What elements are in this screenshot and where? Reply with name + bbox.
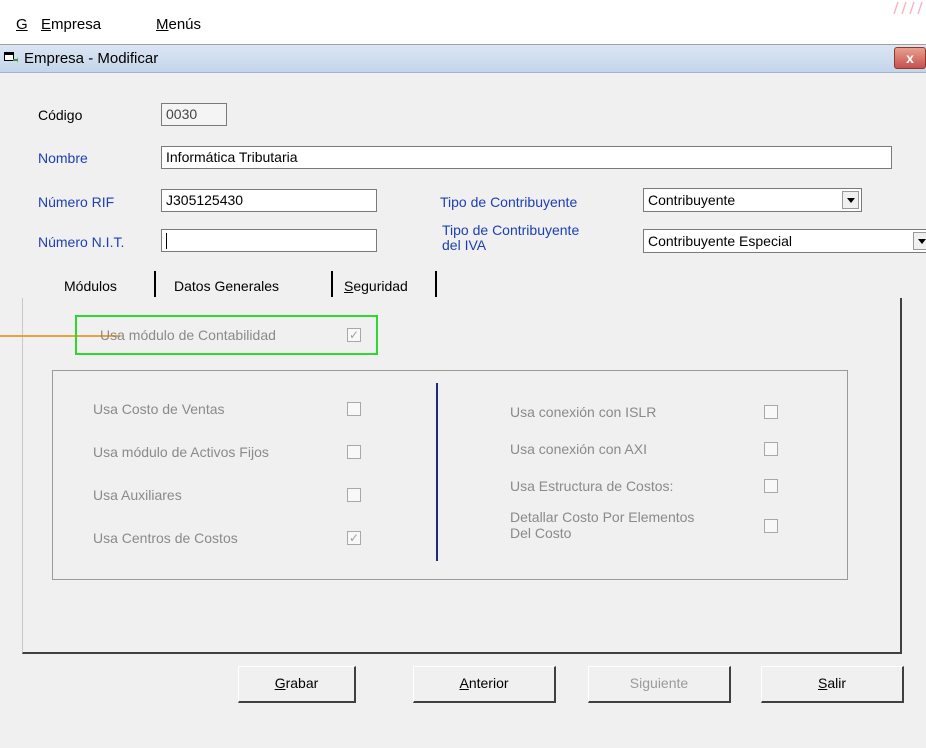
tab-modulos[interactable]: Módulos [58, 278, 123, 294]
siguiente-button[interactable]: Siguiente [588, 666, 731, 703]
window-title: Empresa - Modificar [24, 50, 159, 67]
tipo-contribuyente-value: Contribuyente [648, 192, 736, 208]
menu-g-label: G [16, 16, 28, 33]
usa-centros-costos-label: Usa Centros de Costos [93, 530, 238, 546]
tab-divider [331, 271, 333, 297]
tipo-contribuyente-select[interactable]: Contribuyente [643, 188, 862, 212]
usa-costo-ventas-checkbox[interactable] [347, 402, 361, 416]
menu-menus[interactable]: Menús [156, 16, 201, 33]
codigo-label: Código [38, 107, 83, 123]
nit-field[interactable] [161, 229, 377, 252]
group-divider [436, 383, 438, 561]
salir-underline: S [817, 675, 828, 691]
menu-bar: G Empresa Menús [0, 0, 926, 44]
usa-estructura-costos-label: Usa Estructura de Costos: [510, 478, 674, 494]
tab-seguridad-label: eguridad [353, 278, 408, 294]
tipo-iva-label: Tipo de Contribuyente del IVA [442, 223, 579, 253]
usa-auxiliares-checkbox[interactable] [347, 488, 361, 502]
title-bar[interactable]: Empresa - Modificar x [0, 45, 926, 73]
text-cursor [166, 233, 167, 249]
detallar-costo-label-line1: Detallar Costo Por Elementos [510, 509, 695, 525]
usa-conexion-islr-checkbox[interactable] [764, 405, 778, 419]
anterior-label: nterior [468, 675, 509, 691]
tab-datos-generales[interactable]: Datos Generales [168, 278, 285, 294]
usa-estructura-costos-checkbox[interactable] [764, 479, 778, 493]
detallar-costo-label-line2: Del Costo [510, 525, 572, 541]
rif-field[interactable]: J305125430 [161, 189, 377, 212]
usa-contabilidad-label: Usa módulo de Contabilidad [100, 327, 276, 343]
grabar-label: rabar [285, 675, 319, 691]
anterior-underline: A [459, 675, 469, 691]
menu-menus-label: enús [168, 16, 202, 33]
detallar-costo-label: Detallar Costo Por Elementos Del Costo [510, 509, 694, 541]
tipo-iva-label-line1: Tipo de Contribuyente [442, 222, 580, 238]
tab-divider [154, 271, 156, 297]
usa-conexion-axi-label: Usa conexión con AXI [510, 441, 647, 457]
menu-g[interactable]: G [16, 16, 28, 33]
nombre-label: Nombre [38, 150, 88, 166]
usa-contabilidad-checkbox[interactable]: ✓ [347, 328, 361, 342]
menu-empresa[interactable]: Empresa [41, 16, 101, 33]
close-button[interactable]: x [894, 47, 926, 69]
usa-costo-ventas-label: Usa Costo de Ventas [93, 401, 225, 417]
rif-label: Número RIF [38, 194, 115, 210]
menu-empresa-underline: E [41, 16, 52, 33]
grabar-button[interactable]: Grabar [238, 666, 356, 703]
usa-centros-costos-checkbox[interactable]: ✓ [347, 531, 361, 545]
detallar-costo-checkbox[interactable] [764, 519, 778, 533]
tab-seguridad[interactable]: Seguridad [338, 278, 414, 294]
tab-seguridad-underline: S [344, 278, 354, 294]
check-icon: ✓ [348, 328, 360, 342]
usa-conexion-islr-label: Usa conexión con ISLR [510, 404, 657, 420]
tab-divider [435, 271, 437, 297]
tipo-contribuyente-label: Tipo de Contribuyente [440, 194, 578, 210]
tipo-iva-label-line2: del IVA [442, 237, 487, 253]
decorative-stripes [893, 1, 923, 14]
tipo-iva-select[interactable]: Contribuyente Especial [643, 229, 926, 253]
grabar-underline: G [274, 675, 286, 691]
usa-activos-fijos-checkbox[interactable] [347, 445, 361, 459]
salir-button[interactable]: Salir [761, 666, 904, 703]
nombre-field[interactable]: Informática Tributaria [161, 146, 892, 169]
usa-auxiliares-label: Usa Auxiliares [93, 487, 182, 503]
close-icon: x [906, 50, 914, 66]
chevron-down-icon[interactable] [913, 232, 926, 250]
salir-label: alir [827, 675, 846, 691]
chevron-down-icon[interactable] [842, 191, 859, 209]
empresa-window: Empresa - Modificar x Código 0030 Nombre… [0, 44, 926, 748]
codigo-field[interactable]: 0030 [161, 103, 227, 126]
usa-activos-fijos-label: Usa módulo de Activos Fijos [93, 444, 269, 460]
usa-conexion-axi-checkbox[interactable] [764, 442, 778, 456]
window-app-icon [4, 52, 18, 63]
menu-empresa-label: mpresa [51, 16, 102, 33]
tipo-iva-value: Contribuyente Especial [648, 233, 792, 249]
anterior-button[interactable]: Anterior [413, 666, 556, 703]
check-icon: ✓ [348, 531, 360, 545]
nit-label: Número N.I.T. [38, 234, 125, 250]
menu-menus-underline: M [156, 16, 169, 33]
